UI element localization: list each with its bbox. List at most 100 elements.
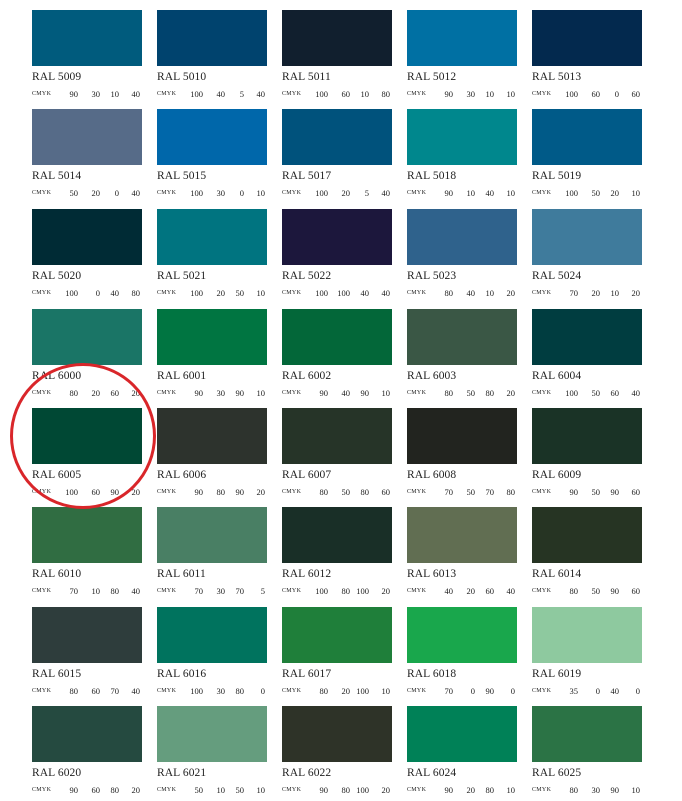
ral-code: RAL 5018 (407, 170, 457, 182)
cmyk-k-value: 10 (506, 785, 516, 795)
cmyk-k-value: 60 (631, 89, 641, 99)
cmyk-k-value: 20 (131, 388, 141, 398)
cmyk-c-value: 90 (319, 388, 329, 398)
color-card: RAL 6022 CMYK 90 80 100 20 (282, 706, 392, 801)
color-card: RAL 6000 CMYK 80 20 60 20 (32, 309, 142, 404)
cmyk-values: CMYK 90 80 90 20 (157, 486, 265, 498)
ral-code: RAL 6014 (532, 568, 582, 580)
ral-code: RAL 6025 (532, 767, 582, 779)
cmyk-label: CMYK (532, 688, 552, 694)
color-swatch (532, 607, 642, 663)
cmyk-values: CMYK 50 20 0 40 (32, 187, 140, 199)
ral-code: RAL 5009 (32, 71, 82, 83)
cmyk-k-value: 60 (631, 487, 641, 497)
cmyk-label: CMYK (532, 390, 552, 396)
cmyk-values: CMYK 100 0 40 80 (32, 287, 140, 299)
cmyk-k-value: 20 (381, 785, 391, 795)
cmyk-k-value: 20 (631, 288, 641, 298)
color-swatch (532, 706, 642, 762)
cmyk-k-value: 80 (506, 487, 516, 497)
cmyk-k-value: 10 (256, 388, 266, 398)
cmyk-c-value: 90 (444, 89, 454, 99)
color-card: RAL 5018 CMYK 90 10 40 10 (407, 109, 517, 204)
color-swatch (32, 706, 142, 762)
color-swatch (32, 309, 142, 365)
ral-code: RAL 6000 (32, 370, 82, 382)
cmyk-c-value: 70 (69, 586, 79, 596)
cmyk-k-value: 10 (256, 188, 266, 198)
cmyk-k-value: 60 (381, 487, 391, 497)
ral-code: RAL 6001 (157, 370, 207, 382)
color-card: RAL 6009 CMYK 90 50 90 60 (532, 408, 642, 503)
ral-code: RAL 5024 (532, 270, 582, 282)
color-swatch (532, 309, 642, 365)
color-card: RAL 5010 CMYK 100 40 5 40 (157, 10, 267, 105)
ral-code: RAL 5015 (157, 170, 207, 182)
ral-code: RAL 6007 (282, 469, 332, 481)
ral-code: RAL 5017 (282, 170, 332, 182)
cmyk-values: CMYK 90 40 90 10 (282, 387, 390, 399)
color-card: RAL 5015 CMYK 100 30 0 10 (157, 109, 267, 204)
cmyk-c-value: 90 (69, 89, 79, 99)
color-swatch (407, 209, 517, 265)
cmyk-k-value: 10 (506, 188, 516, 198)
ral-code: RAL 6024 (407, 767, 457, 779)
cmyk-k-value: 60 (631, 586, 641, 596)
cmyk-k-value: 10 (631, 785, 641, 795)
cmyk-c-value: 50 (194, 785, 204, 795)
cmyk-label: CMYK (157, 588, 177, 594)
cmyk-label: CMYK (407, 588, 427, 594)
cmyk-c-value: 80 (319, 686, 329, 696)
color-card: RAL 5017 CMYK 100 20 5 40 (282, 109, 392, 204)
cmyk-label: CMYK (532, 588, 552, 594)
cmyk-k-value: 40 (131, 586, 141, 596)
ral-code: RAL 6019 (532, 668, 582, 680)
cmyk-k-value: 10 (381, 388, 391, 398)
color-card: RAL 5021 CMYK 100 20 50 10 (157, 209, 267, 304)
cmyk-label: CMYK (532, 290, 552, 296)
cmyk-values: CMYK 100 40 5 40 (157, 88, 265, 100)
ral-code: RAL 6022 (282, 767, 332, 779)
cmyk-c-value: 100 (190, 288, 203, 298)
cmyk-label: CMYK (32, 290, 52, 296)
cmyk-k-value: 5 (260, 586, 265, 596)
color-swatch (32, 209, 142, 265)
color-swatch (407, 10, 517, 66)
cmyk-values: CMYK 100 60 0 60 (532, 88, 640, 100)
color-swatch (282, 408, 392, 464)
color-card: RAL 6002 CMYK 90 40 90 10 (282, 309, 392, 404)
cmyk-label: CMYK (32, 588, 52, 594)
cmyk-label: CMYK (532, 190, 552, 196)
cmyk-values: CMYK 90 10 40 10 (407, 187, 515, 199)
cmyk-c-value: 80 (569, 785, 579, 795)
cmyk-label: CMYK (407, 489, 427, 495)
cmyk-k-value: 40 (131, 188, 141, 198)
cmyk-c-value: 70 (444, 686, 454, 696)
color-swatch (282, 607, 392, 663)
color-swatch (282, 309, 392, 365)
color-swatch (157, 309, 267, 365)
ral-code: RAL 6004 (532, 370, 582, 382)
color-swatch (282, 706, 392, 762)
color-card: RAL 6025 CMYK 80 30 90 10 (532, 706, 642, 801)
cmyk-values: CMYK 80 50 90 60 (532, 585, 640, 597)
cmyk-k-value: 10 (631, 188, 641, 198)
ral-code: RAL 5021 (157, 270, 207, 282)
cmyk-label: CMYK (157, 390, 177, 396)
cmyk-values: CMYK 70 50 70 80 (407, 486, 515, 498)
color-card: RAL 6014 CMYK 80 50 90 60 (532, 507, 642, 602)
color-swatch (32, 109, 142, 165)
color-card: RAL 5011 CMYK 100 60 10 80 (282, 10, 392, 105)
cmyk-label: CMYK (407, 91, 427, 97)
color-card: RAL 6015 CMYK 80 60 70 40 (32, 607, 142, 702)
color-card: RAL 6012 CMYK 100 80 100 20 (282, 507, 392, 602)
color-swatch (157, 507, 267, 563)
cmyk-k-value: 10 (256, 288, 266, 298)
cmyk-label: CMYK (32, 489, 52, 495)
cmyk-k-value: 10 (381, 686, 391, 696)
ral-code: RAL 6020 (32, 767, 82, 779)
cmyk-k-value: 20 (256, 487, 266, 497)
cmyk-c-value: 90 (319, 785, 329, 795)
cmyk-c-value: 40 (444, 586, 454, 596)
cmyk-c-value: 70 (444, 487, 454, 497)
